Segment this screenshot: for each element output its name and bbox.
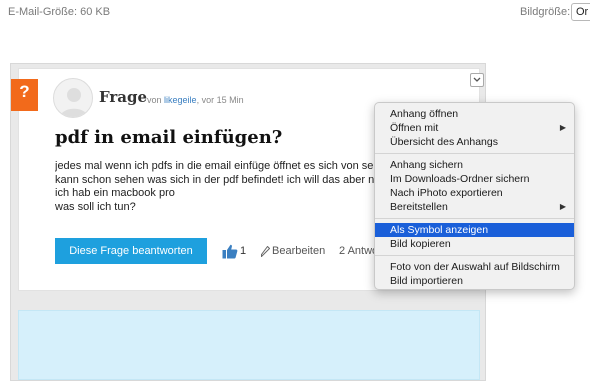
menu-item-oeffnen-mit[interactable]: Öffnen mit ▶ xyxy=(375,121,574,135)
avatar[interactable] xyxy=(53,78,93,118)
body-line: was soll ich tun? xyxy=(55,200,136,213)
menu-item-label: Als Symbol anzeigen xyxy=(390,224,489,236)
body-line: kann schon sehen was sich in der pdf bef… xyxy=(55,173,377,186)
menu-item-label: Anhang öffnen xyxy=(390,108,459,120)
menu-item-bereitstellen[interactable]: Bereitstellen ▶ xyxy=(375,200,574,214)
pencil-icon xyxy=(261,246,270,257)
submenu-arrow-icon: ▶ xyxy=(559,202,566,211)
menu-item-label: Im Downloads-Ordner sichern xyxy=(390,173,530,185)
meta-prefix: von xyxy=(147,95,162,105)
answers-link[interactable]: 2 Antwo xyxy=(339,245,378,257)
menu-separator xyxy=(375,218,574,219)
image-size-select[interactable]: Or xyxy=(571,3,590,21)
edit-label: Bearbeiten xyxy=(272,245,326,257)
menu-item-foto-auswahl[interactable]: Foto von der Auswahl auf Bildschirm xyxy=(375,260,574,274)
menu-item-label: Bild kopieren xyxy=(390,238,451,250)
menu-item-label: Anhang sichern xyxy=(390,159,463,171)
menu-separator xyxy=(375,153,574,154)
menu-item-label: Bild importieren xyxy=(390,275,463,287)
meta-suffix: , vor 15 Min xyxy=(196,95,244,105)
question-title: pdf in email einfügen? xyxy=(55,127,283,148)
thumbs-up-icon xyxy=(222,244,238,259)
question-type-label: Frage xyxy=(99,88,148,106)
menu-item-label: Bereitstellen xyxy=(390,201,448,213)
menu-item-uebersicht[interactable]: Übersicht des Anhangs xyxy=(375,135,574,149)
mail-header-bar: E-Mail-Größe: 60 KB Bildgröße: Or xyxy=(0,0,590,24)
menu-item-label: Foto von der Auswahl auf Bildschirm xyxy=(390,261,560,273)
menu-separator xyxy=(375,255,574,256)
email-size-label: E-Mail-Größe: 60 KB xyxy=(8,6,111,18)
body-line: ich hab ein macbook pro xyxy=(55,187,175,199)
answer-question-button[interactable]: Diese Frage beantworten xyxy=(55,238,207,264)
menu-item-label: Übersicht des Anhangs xyxy=(390,136,498,148)
context-menu: Anhang öffnen Öffnen mit ▶ Übersicht des … xyxy=(374,102,575,290)
menu-item-downloads-sichern[interactable]: Im Downloads-Ordner sichern xyxy=(375,172,574,186)
author-link[interactable]: likegeile xyxy=(164,95,197,105)
submenu-arrow-icon: ▶ xyxy=(559,123,566,132)
chevron-down-icon xyxy=(473,77,481,82)
collapse-button[interactable] xyxy=(470,73,484,87)
question-mark-icon: ? xyxy=(19,82,30,101)
like-count: 1 xyxy=(240,245,247,257)
menu-item-label: Öffnen mit xyxy=(390,122,439,134)
menu-item-bild-kopieren[interactable]: Bild kopieren xyxy=(375,237,574,251)
menu-item-als-symbol-anzeigen[interactable]: Als Symbol anzeigen xyxy=(375,223,574,237)
question-meta: von likegeile, vor 15 Min xyxy=(147,95,244,105)
menu-item-label: Nach iPhoto exportieren xyxy=(390,187,503,199)
menu-item-anhang-sichern[interactable]: Anhang sichern xyxy=(375,158,574,172)
info-box xyxy=(18,310,480,380)
menu-item-anhang-oeffnen[interactable]: Anhang öffnen xyxy=(375,107,574,121)
image-size-label: Bildgröße: xyxy=(520,6,571,18)
body-line: jedes mal wenn ich pdfs in die email ein… xyxy=(55,160,379,172)
question-badge: ? xyxy=(11,79,38,111)
menu-item-iphoto-export[interactable]: Nach iPhoto exportieren xyxy=(375,186,574,200)
question-body: jedes mal wenn ich pdfs in die email ein… xyxy=(55,160,385,214)
menu-item-bild-importieren[interactable]: Bild importieren xyxy=(375,274,574,288)
